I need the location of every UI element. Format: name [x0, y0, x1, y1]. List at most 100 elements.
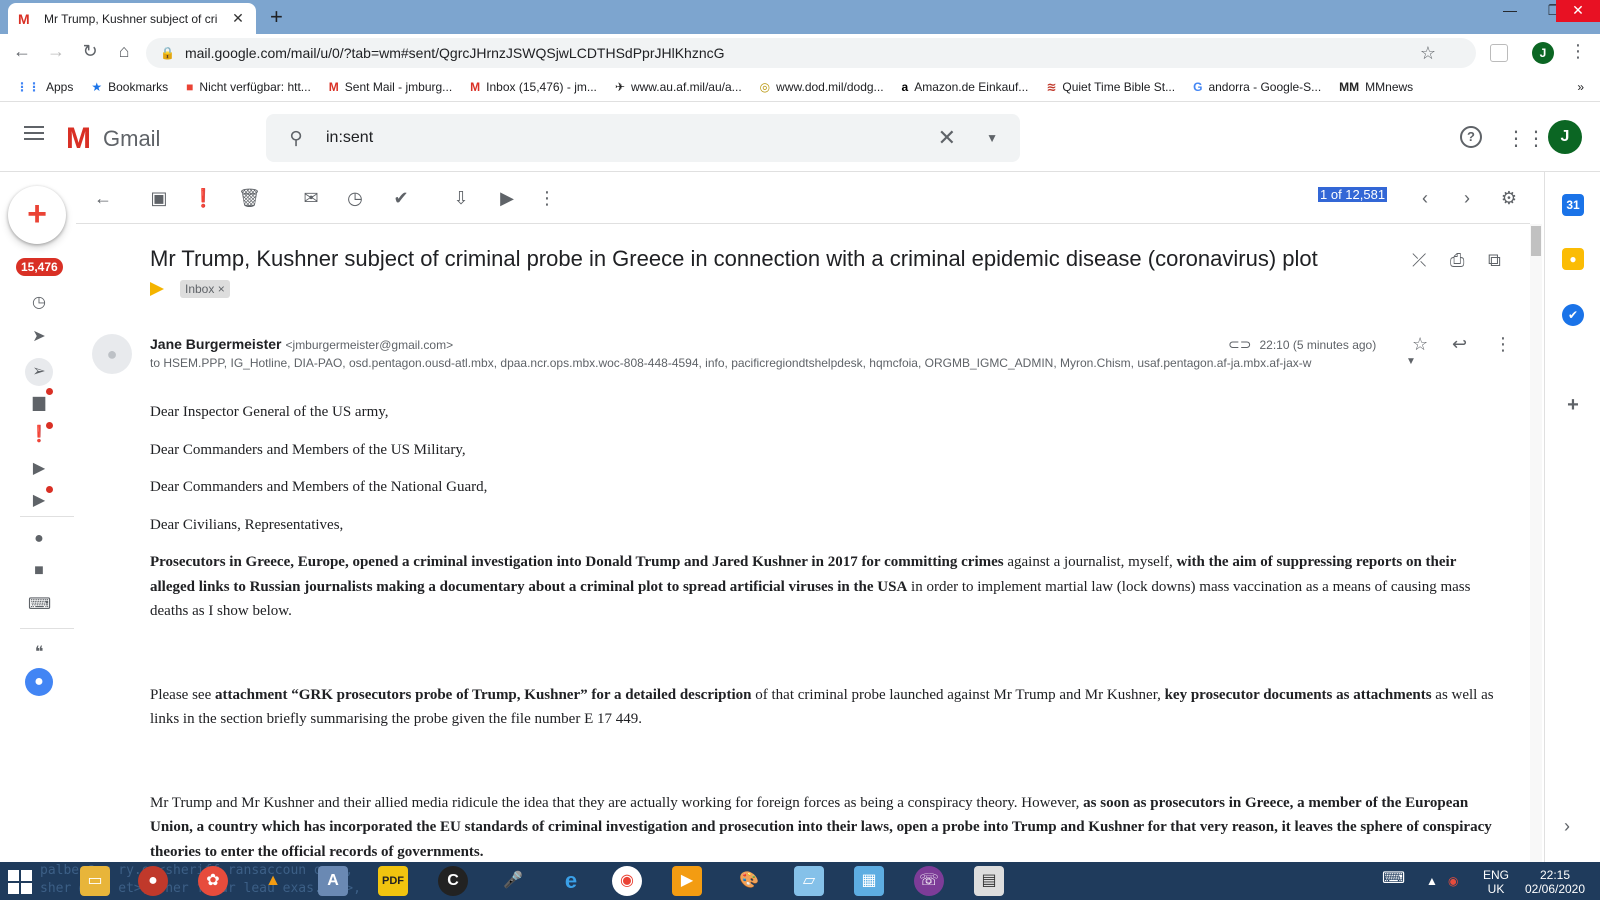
app-ball-icon[interactable]: ● [138, 866, 168, 896]
move-to-icon[interactable]: ⇩ [450, 188, 472, 209]
app-c-icon[interactable]: C [438, 866, 468, 896]
archive-icon[interactable]: ▣ [148, 188, 170, 209]
delete-icon[interactable]: 🗑 [238, 188, 261, 209]
internet-explorer-icon[interactable]: e [556, 866, 586, 896]
back-icon[interactable]: ← [10, 41, 34, 62]
new-tab-icon[interactable]: + [270, 4, 283, 30]
mail-search-box[interactable]: ⚲ ✕ ▼ [266, 114, 1020, 162]
star-message-icon[interactable]: ☆ [1412, 334, 1428, 355]
search-icon[interactable]: ⚲ [266, 128, 326, 149]
label-icon-2[interactable]: ▶ [28, 490, 50, 510]
control-panel-icon[interactable]: ▦ [854, 866, 884, 896]
bookmark-item[interactable]: ≋ Quiet Time Bible St... [1046, 80, 1175, 94]
more-actions-icon[interactable]: ⋮ [536, 188, 558, 209]
label-icon[interactable]: ▶ [28, 458, 50, 478]
forward-icon[interactable]: → [44, 41, 68, 62]
tasks-icon[interactable]: ✔ [1562, 304, 1584, 326]
meet-new-meeting-icon[interactable]: ● [28, 530, 50, 548]
clipboard-app-icon[interactable]: ▤ [974, 866, 1004, 896]
inbox-label-chip[interactable]: Inbox × [180, 280, 230, 298]
drafts-icon[interactable]: ▆ [28, 392, 50, 412]
window-close-icon[interactable]: ✕ [1556, 0, 1600, 22]
compose-button[interactable]: + [8, 186, 66, 244]
extension-icon[interactable] [1490, 44, 1508, 62]
search-options-icon[interactable]: ▼ [986, 131, 998, 145]
url-text[interactable]: mail.google.com/mail/u/0/?tab=wm#sent/Qg… [185, 45, 725, 61]
snoozed-clock-icon[interactable]: ◷ [28, 292, 50, 312]
bookmarks-overflow-icon[interactable]: » [1577, 80, 1584, 94]
collapse-all-icon[interactable]: ⤫ [1412, 250, 1426, 271]
main-menu-icon[interactable] [24, 126, 44, 144]
show-details-icon[interactable]: ▼ [1406, 356, 1416, 367]
bookmark-item[interactable]: ⋮⋮ Apps [16, 80, 73, 94]
account-avatar[interactable]: J [1548, 120, 1582, 154]
bookmark-item[interactable]: M Sent Mail - jmburg... [329, 80, 452, 94]
google-apps-icon[interactable]: ⋮⋮ [1506, 126, 1546, 151]
open-new-window-icon[interactable]: ⧉ [1488, 250, 1501, 271]
bookmark-item[interactable]: ■ Nicht verfügbar: htt... [186, 80, 311, 94]
home-icon[interactable]: ⌂ [112, 41, 136, 62]
meet-video-icon[interactable]: ■ [28, 562, 50, 580]
browser-tab-active[interactable]: M Mr Trump, Kushner subject of cri ✕ [8, 3, 256, 34]
tray-app-icon[interactable]: ◉ [1448, 874, 1458, 888]
minimize-icon[interactable]: — [1488, 0, 1532, 22]
reply-icon[interactable]: ↩ [1452, 334, 1467, 355]
report-spam-icon[interactable]: ❗ [192, 188, 214, 209]
important-label-icon[interactable]: ➤ [28, 326, 50, 346]
media-player-icon[interactable]: ▶ [672, 866, 702, 896]
sender-name[interactable]: Jane Burgermeister [150, 336, 282, 352]
app-window-icon[interactable]: A [318, 866, 348, 896]
calendar-icon[interactable]: 31 [1562, 194, 1584, 216]
meet-join-keyboard-icon[interactable]: ⌨ [28, 594, 51, 614]
labels-icon[interactable]: ▶ [496, 188, 518, 209]
add-addon-icon[interactable]: + [1562, 394, 1584, 416]
reload-icon[interactable]: ↻ [78, 41, 102, 62]
bookmark-item[interactable]: Gandorra - Google-S... [1193, 80, 1321, 94]
settings-gear-icon[interactable]: ⚙ [1498, 188, 1520, 209]
input-language[interactable]: ENG UK [1476, 868, 1516, 896]
microphone-icon[interactable]: 🎤 [498, 866, 528, 896]
back-to-list-icon[interactable]: ← [92, 188, 114, 209]
keep-icon[interactable]: ● [1562, 248, 1584, 270]
chrome-taskbar-icon[interactable]: ◉ [612, 866, 642, 896]
bookmark-item[interactable]: ★ Bookmarks [91, 80, 168, 94]
mark-unread-icon[interactable]: ✉ [300, 188, 322, 209]
touch-keyboard-icon[interactable]: ⌨ [1382, 871, 1405, 887]
bookmark-item[interactable]: ✈ www.au.af.mil/au/a... [615, 80, 742, 94]
scrollbar-thumb[interactable] [1531, 226, 1541, 256]
bookmark-star-icon[interactable]: ☆ [1420, 43, 1436, 64]
tab-close-icon[interactable]: ✕ [230, 10, 246, 27]
bookmark-item[interactable]: ◎ www.dod.mil/dodg... [760, 80, 884, 94]
older-chevron-icon[interactable]: › [1456, 188, 1478, 209]
newer-chevron-icon[interactable]: ‹ [1414, 188, 1436, 209]
viber-icon[interactable]: ☏ [914, 866, 944, 896]
snooze-icon[interactable]: ◷ [344, 188, 366, 209]
gmail-logo[interactable]: M Gmail [66, 122, 160, 156]
file-explorer-icon[interactable]: ▭ [80, 866, 110, 896]
omnibox[interactable]: 🔒 mail.google.com/mail/u/0/?tab=wm#sent/… [146, 38, 1476, 68]
clear-search-icon[interactable]: ✕ [938, 125, 956, 151]
side-panel-expand-icon[interactable]: › [1564, 816, 1570, 837]
bookmark-item[interactable]: MM MMnews [1339, 80, 1413, 94]
vlc-icon[interactable]: ▲ [258, 866, 288, 896]
tray-expand-icon[interactable]: ▲ [1426, 874, 1438, 888]
vertical-scrollbar[interactable] [1530, 224, 1542, 862]
chrome-menu-icon[interactable]: ⋮ [1566, 41, 1590, 62]
notes-app-icon[interactable]: ▱ [794, 866, 824, 896]
print-icon[interactable]: ⎙ [1450, 250, 1464, 271]
hangouts-icon[interactable]: ❝ [28, 642, 50, 662]
app-paw-icon[interactable]: ✿ [198, 866, 228, 896]
bookmark-item[interactable]: M Inbox (15,476) - jm... [470, 80, 597, 94]
paint-icon[interactable]: 🎨 [734, 866, 764, 896]
system-clock[interactable]: 22:15 02/06/2020 [1516, 868, 1594, 896]
chrome-profile-avatar[interactable]: J [1532, 42, 1554, 64]
bookmark-item[interactable]: a Amazon.de Einkauf... [902, 80, 1029, 94]
hangouts-user-avatar[interactable]: ● [25, 668, 53, 696]
sent-icon[interactable]: ➢ [25, 358, 53, 386]
importance-marker-icon[interactable] [150, 282, 164, 296]
search-input[interactable] [326, 129, 926, 147]
pdf-app-icon[interactable]: PDF [378, 866, 408, 896]
help-icon[interactable]: ? [1460, 126, 1482, 148]
message-more-icon[interactable]: ⋮ [1494, 334, 1512, 355]
remove-label-icon[interactable]: × [218, 282, 225, 296]
